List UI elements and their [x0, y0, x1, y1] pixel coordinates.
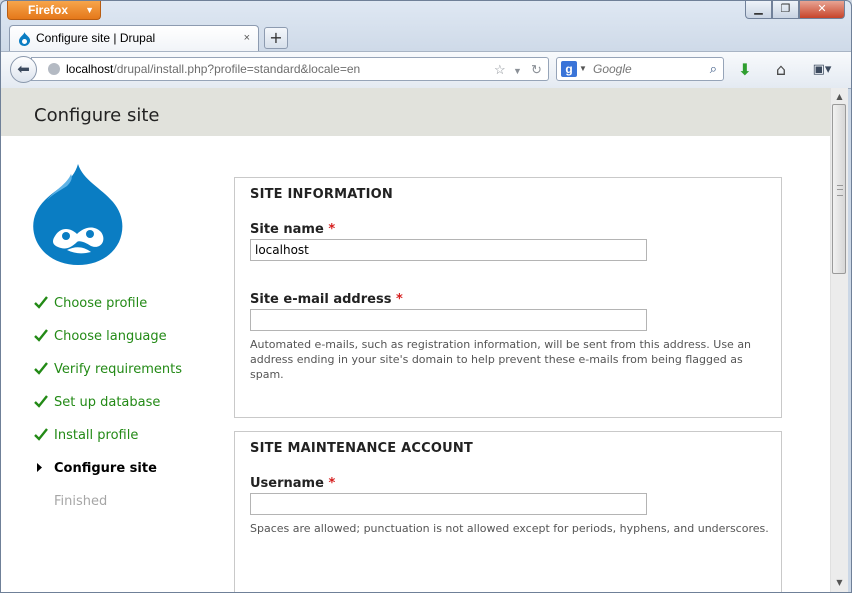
- install-steps-list: Choose profile Choose language Verify re…: [34, 296, 182, 527]
- site-maintenance-fieldset: SITE MAINTENANCE ACCOUNT Username * Spac…: [234, 431, 782, 592]
- scroll-down-icon[interactable]: ▼: [831, 576, 848, 590]
- new-tab-button[interactable]: +: [264, 27, 288, 49]
- browser-tab[interactable]: Configure site | Drupal ×: [9, 25, 259, 51]
- site-information-fieldset: SITE INFORMATION Site name * Site e-mail…: [234, 177, 782, 418]
- username-description: Spaces are allowed; punctuation is not a…: [250, 522, 769, 535]
- minimize-button[interactable]: ▁: [745, 1, 772, 19]
- step-set-up-database: Set up database: [34, 395, 182, 428]
- drupal-logo-icon: [33, 164, 123, 265]
- search-engine-dropdown-icon[interactable]: ▼: [579, 58, 587, 80]
- checkmark-icon: [34, 329, 48, 347]
- download-arrow-icon[interactable]: ⬇: [734, 59, 756, 81]
- search-placeholder: Google: [593, 62, 632, 76]
- site-information-legend: SITE INFORMATION: [250, 187, 393, 202]
- scrollbar-thumb[interactable]: [832, 104, 846, 274]
- page-title: Configure site: [34, 105, 160, 126]
- firefox-menu-button[interactable]: Firefox ▼: [7, 1, 101, 20]
- url-host: localhost: [66, 62, 114, 76]
- site-name-input[interactable]: [250, 239, 647, 261]
- current-step-arrow-icon: [34, 461, 48, 479]
- site-email-input[interactable]: [250, 309, 647, 331]
- maximize-button[interactable]: ❐: [772, 1, 799, 19]
- navigation-toolbar: localhost/drupal/install.php?profile=sta…: [1, 51, 851, 89]
- search-bar[interactable]: g ▼ Google ⌕: [556, 57, 724, 81]
- browser-window: Firefox ▼ ▁ ❐ ✕ Configure site | Drupal ×…: [0, 0, 852, 593]
- username-input[interactable]: [250, 493, 647, 515]
- required-marker: *: [328, 222, 336, 237]
- step-verify-requirements: Verify requirements: [34, 362, 182, 395]
- site-name-label: Site name *: [250, 222, 336, 237]
- close-window-button[interactable]: ✕: [799, 1, 845, 19]
- history-dropdown-icon[interactable]: ▼: [513, 60, 522, 80]
- url-path: /drupal/install.php?profile=standard&loc…: [113, 62, 361, 76]
- scroll-up-icon[interactable]: ▲: [831, 90, 848, 104]
- reload-icon[interactable]: ↻: [531, 59, 542, 80]
- step-finished: Finished: [54, 494, 108, 509]
- page-content: Configure site Choose profile Choose lan…: [1, 88, 830, 592]
- site-email-description: Automated e-mails, such as registration …: [250, 338, 752, 381]
- menu-caret-icon: ▼: [85, 5, 94, 15]
- site-maintenance-legend: SITE MAINTENANCE ACCOUNT: [250, 441, 474, 456]
- step-configure-site: Configure site: [34, 461, 182, 494]
- google-search-engine-icon[interactable]: g: [561, 61, 577, 77]
- bookmarks-menu-icon[interactable]: ▣▾: [807, 59, 837, 81]
- checkmark-icon: [34, 428, 48, 446]
- step-choose-language: Choose language: [34, 329, 182, 362]
- required-marker: *: [328, 476, 336, 491]
- search-icon[interactable]: ⌕: [710, 58, 717, 80]
- site-identity-icon[interactable]: [48, 63, 60, 75]
- back-arrow-icon: ⬅: [17, 60, 30, 78]
- drupal-favicon-icon: [19, 32, 31, 46]
- close-tab-icon[interactable]: ×: [244, 26, 250, 51]
- username-label: Username *: [250, 476, 336, 491]
- scroll-grip-icon: [837, 185, 843, 196]
- checkmark-icon: [34, 362, 48, 380]
- step-choose-profile: Choose profile: [34, 296, 182, 329]
- page-header: Configure site: [1, 88, 830, 136]
- step-install-profile: Install profile: [34, 428, 182, 461]
- url-bar[interactable]: localhost/drupal/install.php?profile=sta…: [31, 57, 549, 81]
- tab-title: Configure site | Drupal: [36, 31, 156, 45]
- required-marker: *: [395, 292, 403, 307]
- bookmark-star-icon[interactable]: ☆: [494, 59, 506, 80]
- checkmark-icon: [34, 395, 48, 413]
- checkmark-icon: [34, 296, 48, 314]
- site-email-label: Site e-mail address *: [250, 292, 403, 307]
- home-icon[interactable]: ⌂: [770, 59, 792, 81]
- window-controls: ▁ ❐ ✕: [745, 1, 845, 19]
- vertical-scrollbar[interactable]: ▲ ▼: [830, 88, 848, 592]
- back-button[interactable]: ⬅: [10, 56, 37, 83]
